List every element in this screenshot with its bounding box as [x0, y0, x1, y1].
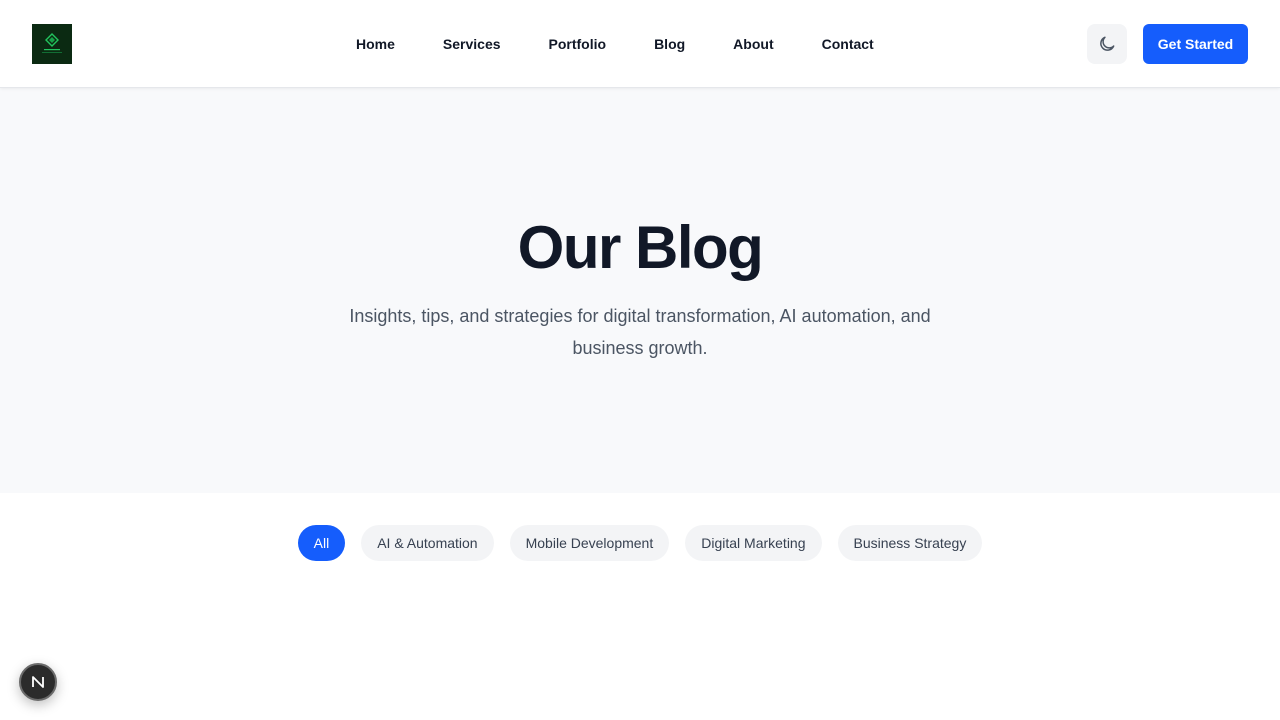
nav-about[interactable]: About: [733, 36, 773, 52]
filter-digital-marketing[interactable]: Digital Marketing: [685, 525, 822, 561]
filter-business-strategy[interactable]: Business Strategy: [837, 525, 983, 561]
site-header: Home Services Portfolio Blog About Conta…: [0, 0, 1280, 88]
nav-contact[interactable]: Contact: [822, 36, 874, 52]
site-logo[interactable]: [32, 24, 72, 64]
nav-portfolio[interactable]: Portfolio: [549, 36, 607, 52]
nav-services[interactable]: Services: [443, 36, 501, 52]
nav-home[interactable]: Home: [356, 36, 395, 52]
filter-ai-automation[interactable]: AI & Automation: [361, 525, 494, 561]
nav-blog[interactable]: Blog: [654, 36, 685, 52]
theme-toggle-button[interactable]: [1087, 24, 1127, 64]
get-started-button[interactable]: Get Started: [1143, 24, 1248, 64]
filter-mobile-development[interactable]: Mobile Development: [509, 525, 670, 561]
main-nav: Home Services Portfolio Blog About Conta…: [356, 0, 874, 88]
page-subtitle: Insights, tips, and strategies for digit…: [349, 306, 931, 358]
hero-section: Our Blog Insights, tips, and strategies …: [0, 88, 1280, 493]
nextjs-logo-icon: [32, 676, 44, 688]
page-title: Our Blog: [517, 214, 764, 281]
moon-icon: [1100, 36, 1115, 51]
leaf-logo-icon: [42, 33, 62, 53]
nextjs-dev-badge[interactable]: [19, 663, 57, 701]
filter-all[interactable]: All: [297, 525, 346, 561]
category-filters: All AI & Automation Mobile Development D…: [0, 525, 1280, 561]
